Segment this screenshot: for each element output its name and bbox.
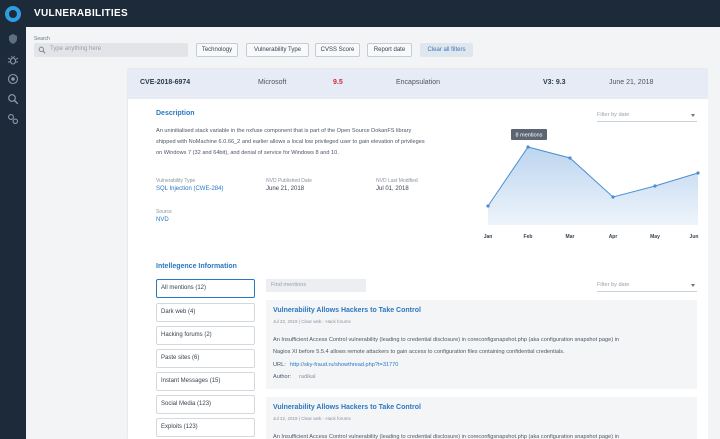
search-icon bbox=[38, 46, 46, 54]
published-label: NVD Published Date bbox=[266, 178, 312, 184]
filter-report-date[interactable]: Report date bbox=[367, 43, 412, 57]
cve-date: June 21, 2018 bbox=[609, 79, 654, 86]
bug-icon[interactable] bbox=[7, 54, 19, 66]
category-dark-web[interactable]: Dark web (4) bbox=[156, 303, 255, 322]
category-paste-sites[interactable]: Paste sites (6) bbox=[156, 349, 255, 368]
clear-filters-button[interactable]: Clear all filters bbox=[420, 43, 473, 57]
chart-point[interactable] bbox=[611, 195, 615, 199]
vulnerability-detail: CVE-2018-6974 Microsoft 9.5 Encapsulatio… bbox=[128, 69, 708, 439]
description-title: Description bbox=[156, 110, 195, 117]
mention-url-label: URL: bbox=[273, 362, 286, 368]
find-mentions-input[interactable]: Find mentions bbox=[266, 279, 366, 292]
filter-vulnerability-type[interactable]: Vulnerability Type bbox=[246, 43, 309, 57]
chart-tooltip-text: 8 mentions bbox=[516, 133, 543, 139]
chart-point[interactable] bbox=[653, 184, 657, 188]
modified-label: NVD Last Modified bbox=[376, 178, 418, 184]
mention-author-label: Author: bbox=[273, 374, 292, 380]
sidebar bbox=[0, 0, 26, 439]
search-icon[interactable] bbox=[7, 93, 19, 105]
chart-tick-label: Apr bbox=[609, 234, 618, 240]
chart-tick-label: Feb bbox=[524, 234, 533, 240]
mention-title[interactable]: Vulnerability Allows Hackers to Take Con… bbox=[273, 404, 421, 411]
chart-point[interactable] bbox=[568, 156, 572, 160]
mention-card[interactable]: Vulnerability Allows Hackers to Take Con… bbox=[266, 300, 697, 389]
filter-technology[interactable]: Technology bbox=[196, 43, 238, 57]
category-hacking-forums[interactable]: Hacking forums (2) bbox=[156, 326, 255, 345]
chart-tick-label: Jun bbox=[690, 234, 699, 240]
chart-tick-label: May bbox=[650, 234, 660, 240]
settings-icon[interactable] bbox=[7, 113, 19, 125]
mention-body: An Insufficient Access Control vulnerabi… bbox=[273, 337, 619, 355]
category-exploits[interactable]: Exploits (123) bbox=[156, 418, 255, 437]
chart-point[interactable] bbox=[696, 171, 700, 175]
cve-category: Encapsulation bbox=[396, 79, 440, 86]
mention-body: An Insufficient Access Control vulnerabi… bbox=[273, 434, 619, 439]
intelligence-title: Intellegence Information bbox=[156, 263, 237, 270]
scrollbar[interactable] bbox=[708, 69, 720, 439]
cve-score: 9.5 bbox=[333, 79, 343, 86]
cve-summary-row[interactable]: CVE-2018-6974 Microsoft 9.5 Encapsulatio… bbox=[128, 69, 708, 99]
mention-card[interactable]: Vulnerability Allows Hackers to Take Con… bbox=[266, 397, 697, 439]
search-input[interactable]: Type anything here bbox=[34, 43, 188, 57]
page-title: VULNERABILITIES bbox=[34, 8, 128, 19]
source-label: Source bbox=[156, 209, 172, 215]
mention-meta: Jul 22, 2019 | Clear web · Hack forums bbox=[273, 416, 351, 421]
cve-vendor: Microsoft bbox=[258, 79, 287, 86]
cve-v3-score: V3: 9.3 bbox=[543, 79, 566, 86]
vuln-type-link[interactable]: SQL Injection (CWE-284) bbox=[156, 186, 223, 192]
mention-author: radikal bbox=[299, 374, 316, 380]
vuln-type-label: Vulnerability Type bbox=[156, 178, 196, 184]
mention-url-link[interactable]: http://sky-fraud.ru/showthread.php?t=317… bbox=[290, 362, 398, 368]
chart-date-filter[interactable]: Filter by date bbox=[597, 109, 697, 122]
top-bar: VULNERABILITIES bbox=[26, 0, 720, 27]
shield-icon[interactable] bbox=[7, 33, 19, 45]
chart-tick-label: Jan bbox=[484, 234, 493, 240]
mention-meta: Jul 22, 2019 | Clear web · Hack forums bbox=[273, 319, 351, 324]
description-text: An uninitialised stack variable in the n… bbox=[156, 128, 425, 156]
chevron-down-icon bbox=[691, 114, 695, 117]
chart-point[interactable] bbox=[486, 204, 490, 208]
mentions-chart[interactable]: 8 mentions Jan Feb Mar Apr May Jun bbox=[478, 125, 703, 245]
chart-tick-label: Mar bbox=[566, 234, 575, 240]
logo-icon[interactable] bbox=[5, 6, 21, 22]
mention-title[interactable]: Vulnerability Allows Hackers to Take Con… bbox=[273, 307, 421, 314]
chevron-down-icon bbox=[691, 284, 695, 287]
search-label: Search bbox=[34, 36, 50, 42]
category-instant-messages[interactable]: Instant Messages (15) bbox=[156, 372, 255, 391]
search-area: Search Type anything here Technology Vul… bbox=[26, 27, 720, 67]
published-date: June 21, 2018 bbox=[266, 186, 305, 192]
modified-date: Jul 01, 2018 bbox=[376, 186, 409, 192]
search-placeholder: Type anything here bbox=[50, 46, 102, 52]
source-link[interactable]: NVD bbox=[156, 217, 169, 223]
category-all-mentions[interactable]: All mentions (12) bbox=[156, 279, 255, 298]
mentions-date-filter[interactable]: Filter by date bbox=[597, 279, 697, 292]
filter-cvss-score[interactable]: CVSS Score bbox=[315, 43, 360, 57]
cve-id: CVE-2018-6974 bbox=[140, 79, 191, 86]
chart-point[interactable] bbox=[526, 145, 530, 149]
target-icon[interactable] bbox=[7, 73, 19, 85]
category-social-media[interactable]: Social Media (123) bbox=[156, 395, 255, 414]
